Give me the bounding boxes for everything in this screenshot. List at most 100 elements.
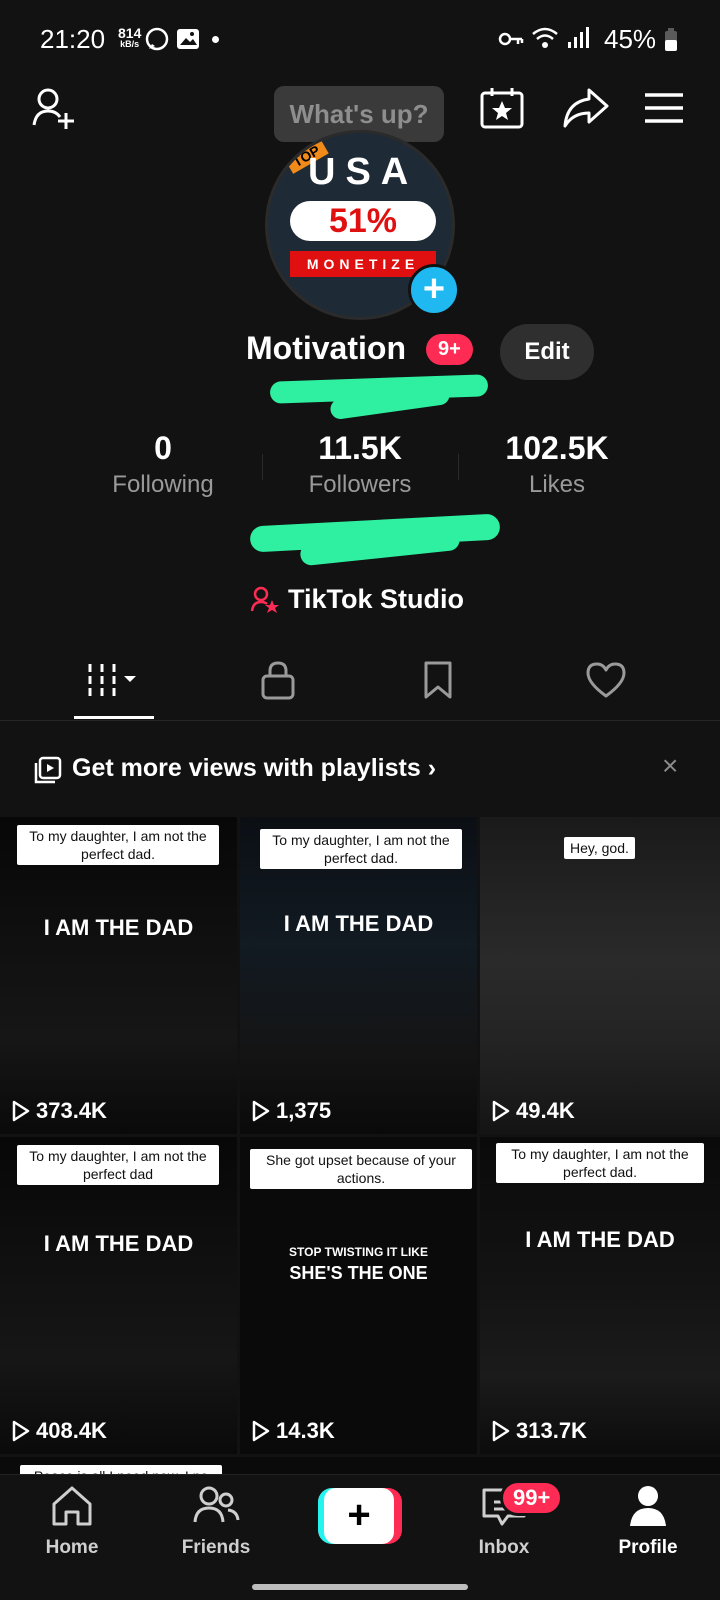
view-count-value: 408.4K	[36, 1418, 107, 1443]
view-count-value: 373.4K	[36, 1098, 107, 1123]
stat-likes[interactable]: 102.5K Likes	[462, 430, 652, 499]
network-speed-value: 814	[118, 25, 142, 41]
video-title-small: STOP TWISTING IT LIKE	[289, 1245, 428, 1259]
video-thumbnail[interactable]: Hey, god. 49.4K	[480, 817, 720, 1134]
network-speed-unit: kB/s	[120, 39, 140, 49]
nav-friends[interactable]: Friends	[156, 1484, 276, 1559]
nav-inbox-label: Inbox	[478, 1537, 530, 1558]
status-bar: 21:20 814 kB/s 45%	[0, 0, 720, 76]
whatsapp-icon	[145, 27, 169, 51]
chevron-right-icon: ›	[427, 754, 437, 782]
stat-value: 11.5K	[318, 430, 402, 466]
grid-dropdown-icon	[88, 664, 136, 696]
create-plus-icon: +	[324, 1488, 394, 1544]
create-button[interactable]: +	[318, 1488, 402, 1544]
tiktok-studio-link[interactable]: TikTok Studio	[250, 584, 464, 615]
video-title: I AM THE DAD	[43, 1231, 194, 1256]
battery-percent: 45%	[604, 24, 657, 54]
thumbnail-background	[480, 817, 720, 1134]
view-count: 408.4K	[12, 1418, 107, 1444]
stat-divider	[458, 454, 459, 480]
play-icon	[12, 1100, 30, 1122]
profile-name: Motivation	[246, 330, 406, 366]
nav-profile-label: Profile	[618, 1537, 678, 1558]
video-title: SHE'S THE ONE	[289, 1263, 428, 1283]
tab-saved[interactable]	[398, 660, 478, 700]
video-title: I AM THE DAD	[525, 1227, 675, 1252]
tab-liked[interactable]	[566, 660, 646, 700]
lock-icon	[261, 661, 295, 700]
signal-icon	[568, 27, 589, 48]
view-count-value: 1,375	[276, 1098, 332, 1123]
tabs-divider	[0, 720, 720, 721]
stat-label: Followers	[308, 471, 412, 498]
edit-profile-button[interactable]: Edit	[500, 324, 594, 380]
video-thumbnail[interactable]: She got upset because of your actions. S…	[240, 1137, 477, 1454]
studio-person-star-icon	[250, 586, 279, 613]
video-caption: To my daughter, I am not the perfect dad	[17, 1145, 219, 1185]
calendar-star-icon	[480, 88, 524, 129]
notification-dot	[212, 36, 219, 43]
nav-home[interactable]: Home	[12, 1484, 132, 1559]
view-count: 313.7K	[492, 1418, 587, 1444]
close-icon[interactable]: ×	[662, 750, 678, 782]
wifi-icon	[532, 27, 558, 48]
inbox-badge: 99+	[500, 1480, 564, 1516]
play-icon	[12, 1420, 30, 1442]
notification-badge[interactable]: 9+	[426, 334, 473, 365]
share-arrow-icon	[563, 88, 609, 128]
video-row-peek: Peace is all I need now. I no	[0, 1457, 720, 1475]
video-caption: Hey, god.	[564, 837, 635, 859]
tab-private[interactable]	[238, 660, 318, 700]
network-speed: 814 kB/s	[118, 25, 142, 50]
view-count-value: 49.4K	[516, 1098, 575, 1123]
playlist-banner-label: Get more views with playlists	[72, 754, 421, 782]
nav-profile[interactable]: Profile	[588, 1484, 708, 1559]
playlist-banner-text[interactable]: Get more views with playlists ›	[72, 754, 436, 783]
stat-following[interactable]: 0 Following	[68, 430, 258, 499]
add-friend-button[interactable]	[28, 84, 80, 132]
stat-value: 102.5K	[505, 430, 609, 466]
video-caption: She got upset because of your actions.	[250, 1149, 472, 1189]
view-count-value: 313.7K	[516, 1418, 587, 1443]
system-home-indicator[interactable]	[252, 1584, 468, 1590]
friends-icon	[193, 1486, 240, 1523]
profile-icon	[630, 1486, 666, 1526]
video-title: I AM THE DAD	[43, 915, 194, 940]
active-tab-indicator	[74, 716, 154, 719]
stat-followers[interactable]: 11.5K Followers	[265, 430, 455, 499]
heart-icon	[586, 662, 626, 698]
video-thumbnail[interactable]: To my daughter, I am not the perfect dad…	[480, 1137, 720, 1454]
menu-button[interactable]	[640, 86, 688, 130]
thumbnail-background	[480, 1137, 720, 1454]
video-thumbnail[interactable]: To my daughter, I am not the perfect dad…	[0, 1137, 237, 1454]
avatar-percent-text: 51%	[290, 201, 436, 241]
events-button[interactable]	[478, 84, 526, 132]
play-icon	[492, 1100, 510, 1122]
video-thumbnail[interactable]: To my daughter, I am not the perfect dad…	[0, 817, 237, 1134]
video-caption: To my daughter, I am not the perfect dad…	[17, 825, 219, 865]
view-count-value: 14.3K	[276, 1418, 335, 1443]
add-story-plus-icon[interactable]: +	[408, 264, 460, 316]
tiktok-studio-label: TikTok Studio	[288, 584, 465, 614]
video-thumbnail[interactable]: To my daughter, I am not the perfect dad…	[240, 817, 477, 1134]
video-caption: To my daughter, I am not the perfect dad…	[496, 1143, 704, 1183]
tab-videos[interactable]	[74, 660, 154, 700]
gallery-icon	[177, 29, 199, 49]
avatar-usa-text: USA	[308, 151, 419, 193]
add-user-icon	[32, 88, 74, 129]
nav-friends-label: Friends	[181, 1537, 251, 1558]
bookmark-icon	[424, 661, 452, 699]
play-icon	[252, 1100, 270, 1122]
stat-value: 0	[154, 430, 172, 466]
battery-icon	[665, 28, 677, 51]
share-profile-button[interactable]	[560, 84, 612, 132]
play-icon	[252, 1420, 270, 1442]
playlist-icon	[34, 756, 62, 784]
stat-divider	[262, 454, 263, 480]
hamburger-menu-icon	[645, 93, 683, 123]
video-title: I AM THE DAD	[283, 911, 434, 936]
view-count: 1,375	[252, 1098, 331, 1124]
vpn-key-icon	[498, 32, 524, 46]
home-icon	[52, 1486, 92, 1526]
